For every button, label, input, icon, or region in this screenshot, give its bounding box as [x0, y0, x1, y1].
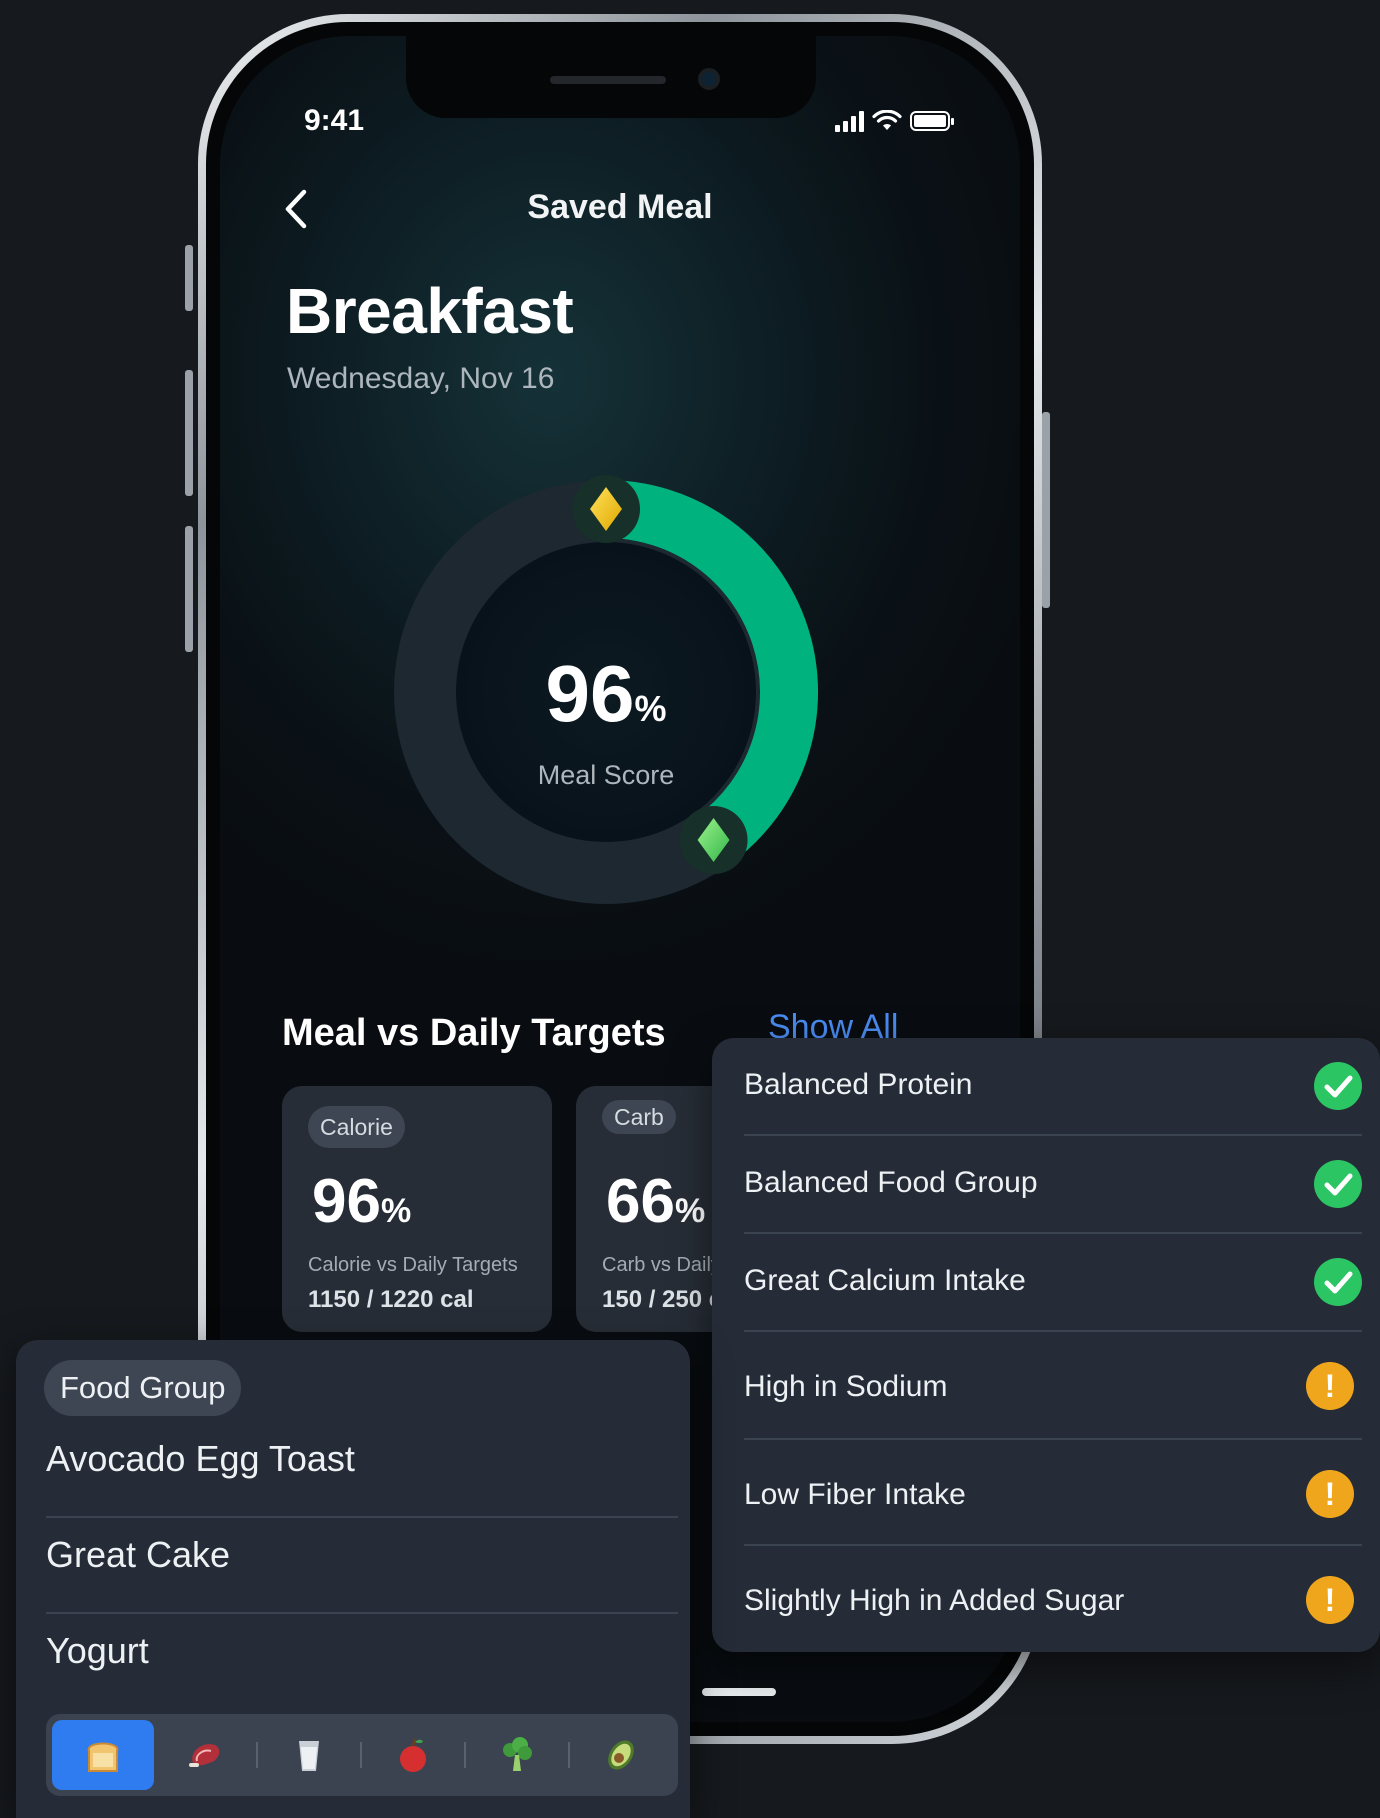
target-card-subtitle: Calorie vs Daily Targets: [308, 1254, 518, 1276]
status-icons: [835, 110, 954, 132]
target-card-calorie[interactable]: Calorie 96% Calorie vs Daily Targets 115…: [282, 1086, 552, 1332]
front-camera: [698, 68, 720, 90]
broccoli-icon[interactable]: [466, 1720, 568, 1790]
insight-row[interactable]: Balanced Food Group: [744, 1136, 1362, 1234]
meal-score-label: Meal Score: [537, 760, 675, 790]
start-knob: [572, 475, 640, 543]
check-icon: [1314, 1258, 1362, 1306]
milk-icon[interactable]: [258, 1720, 360, 1790]
food-item[interactable]: Great Cake: [46, 1518, 678, 1614]
meal-score-value: 96: [545, 649, 635, 738]
nutrition-insights-panel: Balanced Protein Balanced Food Group Gre…: [712, 1038, 1380, 1652]
insight-label: Balanced Food Group: [744, 1166, 1038, 1199]
food-item-label: Great Cake: [46, 1534, 231, 1575]
wifi-icon: [872, 110, 902, 130]
target-card-amount: 150 / 250 c: [602, 1286, 723, 1313]
target-card-percent: 66%: [606, 1167, 706, 1236]
food-item-label: Avocado Egg Toast: [46, 1438, 355, 1479]
meal-score: 96%: [366, 648, 846, 740]
target-card-subtitle: Carb vs Daily: [602, 1254, 721, 1276]
food-group-icon-bar: [46, 1714, 678, 1796]
check-icon: [1314, 1062, 1362, 1110]
status-time: 9:41: [304, 104, 365, 137]
insight-label: Great Calcium Intake: [744, 1264, 1026, 1297]
target-card-tag: Calorie: [308, 1106, 405, 1148]
meal-date: Wednesday, Nov 16: [287, 362, 555, 395]
food-item[interactable]: Yogurt: [46, 1614, 678, 1710]
bread-icon[interactable]: [52, 1720, 154, 1790]
notch: [406, 36, 816, 118]
meat-icon[interactable]: [154, 1720, 256, 1790]
food-group-tag: Food Group: [44, 1360, 242, 1416]
home-indicator: [702, 1688, 776, 1696]
power-button: [1042, 412, 1050, 608]
exclamation-icon: !: [1306, 1576, 1354, 1624]
nav-title: Saved Meal: [527, 188, 713, 226]
target-card-percent: 96%: [312, 1167, 412, 1236]
apple-icon[interactable]: [362, 1720, 464, 1790]
insight-row[interactable]: Great Calcium Intake: [744, 1234, 1362, 1332]
meal-score-unit: %: [634, 688, 667, 729]
insight-label: Balanced Protein: [744, 1068, 973, 1101]
insight-label: High in Sodium: [744, 1370, 948, 1403]
insight-label: Low Fiber Intake: [744, 1478, 966, 1511]
insight-row[interactable]: Slightly High in Added Sugar !: [744, 1546, 1362, 1652]
exclamation-icon: !: [1306, 1362, 1354, 1410]
insight-label: Slightly High in Added Sugar: [744, 1584, 1125, 1617]
insight-row[interactable]: High in Sodium !: [744, 1332, 1362, 1440]
check-icon: [1314, 1160, 1362, 1208]
speaker-grille: [550, 76, 666, 84]
food-item-label: Yogurt: [46, 1630, 149, 1671]
signal-icon: [835, 110, 864, 132]
volume-down-button: [185, 526, 193, 652]
target-card-amount: 1150 / 1220 cal: [308, 1286, 474, 1313]
battery-icon: [910, 111, 954, 131]
silent-switch: [185, 245, 193, 311]
insight-row[interactable]: Low Fiber Intake !: [744, 1440, 1362, 1546]
meal-title: Breakfast: [286, 275, 574, 347]
volume-up-button: [185, 370, 193, 496]
exclamation-icon: !: [1306, 1470, 1354, 1518]
app-showcase: 9:41 Saved Meal Breakfast Wednesday, Nov…: [0, 0, 1380, 1818]
targets-section-title: Meal vs Daily Targets: [282, 1012, 666, 1054]
avocado-icon[interactable]: [570, 1720, 672, 1790]
end-knob: [679, 806, 748, 875]
insight-row[interactable]: Balanced Protein: [744, 1038, 1362, 1136]
food-group-panel: Food Group Avocado Egg Toast Great Cake …: [16, 1340, 690, 1818]
target-card-tag: Carb: [602, 1100, 676, 1134]
food-item[interactable]: Avocado Egg Toast: [46, 1422, 678, 1518]
